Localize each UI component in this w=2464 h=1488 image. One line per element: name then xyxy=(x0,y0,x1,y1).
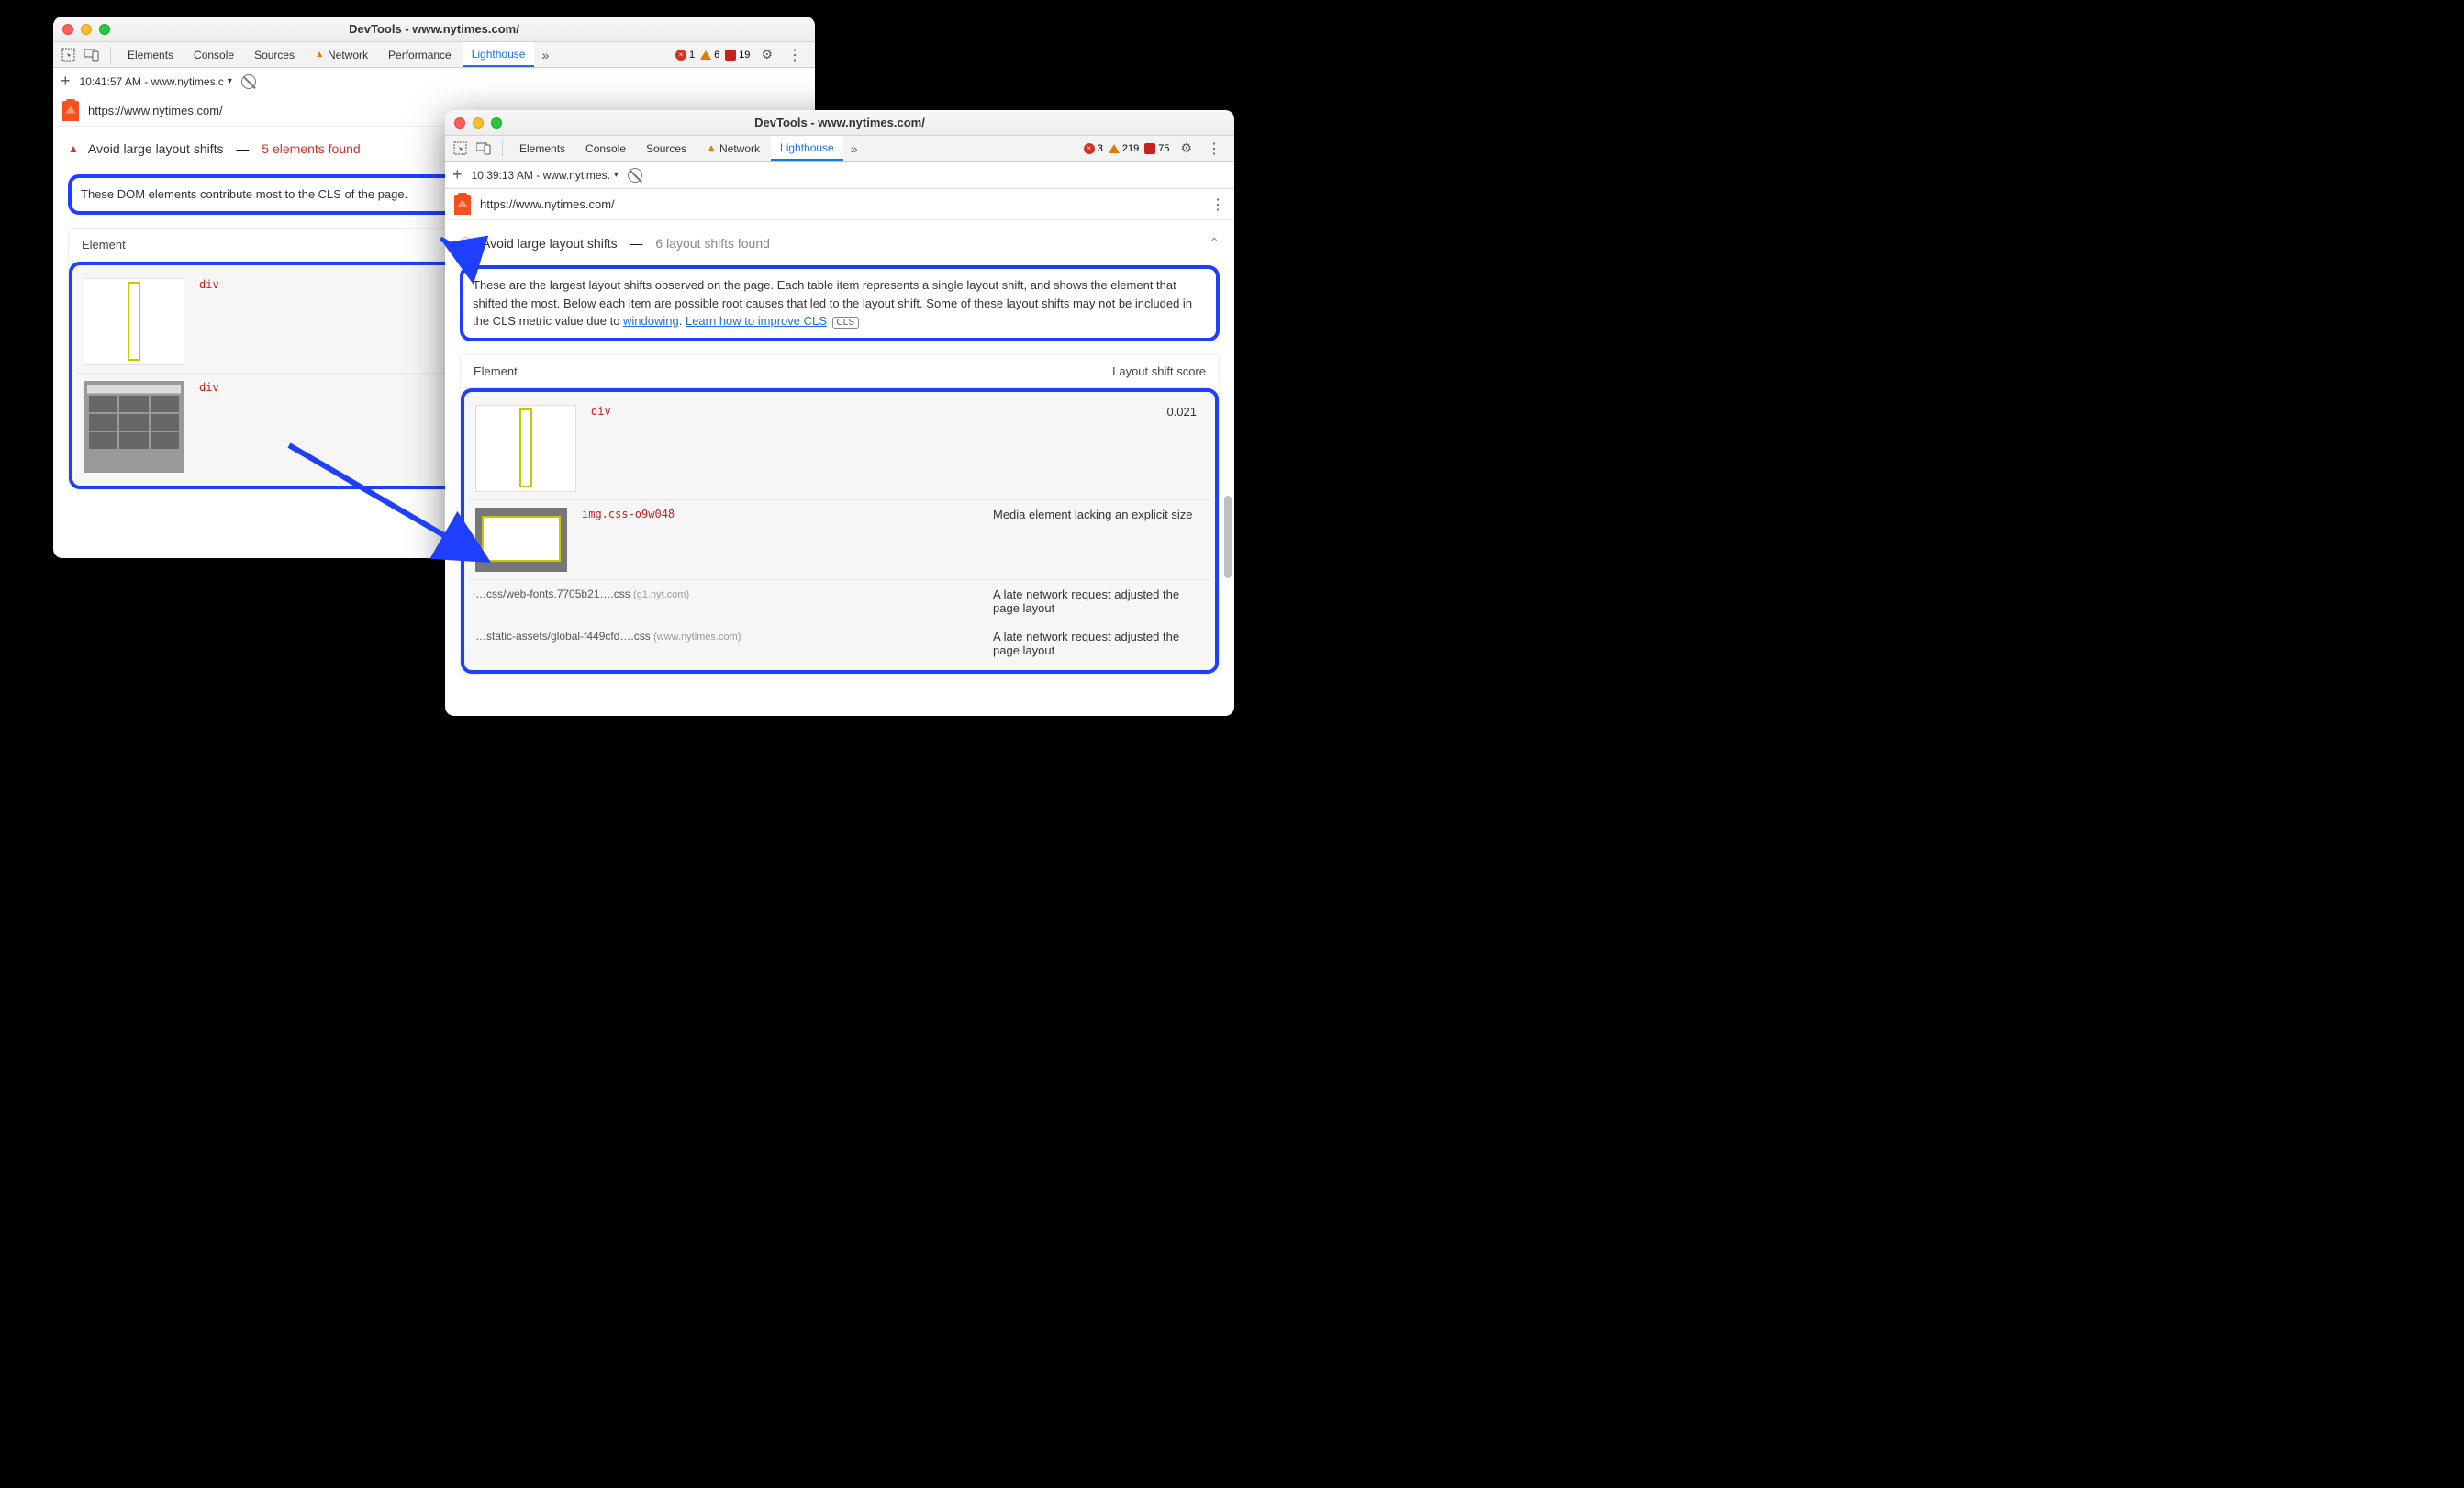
tab-lighthouse[interactable]: Lighthouse xyxy=(771,136,843,161)
cls-badge: CLS xyxy=(832,317,859,329)
element-thumbnail xyxy=(84,381,184,473)
device-icon[interactable] xyxy=(476,141,491,156)
device-icon[interactable] xyxy=(84,48,99,62)
error-badge[interactable]: 3 xyxy=(1084,143,1103,154)
dash: — xyxy=(627,236,647,251)
audit-title: Avoid large layout shifts xyxy=(482,236,618,251)
tab-network[interactable]: Network xyxy=(697,136,769,161)
scrollbar[interactable] xyxy=(1224,496,1232,716)
window-title: DevTools - www.nytimes.com/ xyxy=(445,116,1234,129)
windowing-link[interactable]: windowing xyxy=(623,314,679,328)
circle-icon xyxy=(460,237,473,250)
learn-more-link[interactable]: Learn how to improve CLS xyxy=(686,314,827,328)
clear-icon[interactable] xyxy=(241,74,256,89)
cause-text: Media element lacking an explicit size xyxy=(993,508,1204,521)
coverage-count: 75 xyxy=(1158,143,1169,154)
gear-icon[interactable]: ⚙ xyxy=(1175,140,1198,156)
more-tabs-icon[interactable]: » xyxy=(536,48,554,62)
devtools-tabstrip: Elements Console Sources Network Perform… xyxy=(53,42,815,68)
error-count: 1 xyxy=(689,50,695,61)
lighthouse-subbar: + 10:39:13 AM - www.nytimes. xyxy=(445,162,1234,189)
tab-console[interactable]: Console xyxy=(576,136,635,161)
tab-network[interactable]: Network xyxy=(306,42,377,67)
coverage-badge[interactable]: 19 xyxy=(725,50,750,61)
element-code: div xyxy=(199,278,219,291)
warning-count: 6 xyxy=(714,50,719,61)
report-select[interactable]: 10:41:57 AM - www.nytimes.c xyxy=(80,75,232,88)
element-thumbnail xyxy=(475,405,576,492)
table-header: Element Layout shift score xyxy=(461,355,1219,388)
tab-lighthouse[interactable]: Lighthouse xyxy=(463,42,535,67)
coverage-badge[interactable]: 75 xyxy=(1144,143,1169,154)
table-row[interactable]: div 0.021 xyxy=(470,397,1210,500)
more-tabs-icon[interactable]: » xyxy=(845,141,864,156)
lighthouse-icon xyxy=(62,101,79,121)
devtools-tabstrip: Elements Console Sources Network Lightho… xyxy=(445,136,1234,162)
tab-elements[interactable]: Elements xyxy=(510,136,574,161)
audited-url: https://www.nytimes.com/ xyxy=(480,197,615,211)
element-code: div xyxy=(199,381,219,394)
status-area: 1 6 19 ⚙ ⋮ xyxy=(675,46,811,64)
kebab-icon[interactable]: ⋮ xyxy=(784,46,806,64)
warning-count: 219 xyxy=(1122,143,1139,154)
warning-badge[interactable]: 6 xyxy=(700,50,719,61)
shift-score: 0.021 xyxy=(1166,405,1204,419)
gear-icon[interactable]: ⚙ xyxy=(755,47,778,62)
inspect-icon[interactable] xyxy=(452,141,467,156)
clear-icon[interactable] xyxy=(628,168,642,183)
new-report-icon[interactable]: + xyxy=(61,72,71,91)
devtools-window-right: DevTools - www.nytimes.com/ Elements Con… xyxy=(445,110,1234,716)
coverage-count: 19 xyxy=(739,50,750,61)
audit-header[interactable]: Avoid large layout shifts — 6 layout shi… xyxy=(460,229,1220,256)
separator xyxy=(502,140,503,157)
resource-path: …static-assets/global-f449cfd….css (www.… xyxy=(475,630,978,643)
resource-path: …css/web-fonts.7705b21….css (g1.nyt.com) xyxy=(475,587,978,600)
highlighted-rows: div 0.021 img.css-o9w048 Media element l… xyxy=(461,388,1219,674)
url-row: https://www.nytimes.com/ ⋮ xyxy=(445,189,1234,220)
audit-description: These are the largest layout shifts obse… xyxy=(460,265,1220,341)
tab-console[interactable]: Console xyxy=(184,42,243,67)
kebab-icon[interactable]: ⋮ xyxy=(1203,140,1225,158)
dash: — xyxy=(233,141,253,156)
warning-badge[interactable]: 219 xyxy=(1109,143,1139,154)
element-thumbnail xyxy=(475,508,567,572)
audit-table: Element Layout shift score div 0.021 img… xyxy=(460,354,1220,675)
error-count: 3 xyxy=(1098,143,1103,154)
col-element: Element xyxy=(82,238,126,252)
tab-sources[interactable]: Sources xyxy=(637,136,696,161)
new-report-icon[interactable]: + xyxy=(452,165,463,185)
report-body: Avoid large layout shifts — 6 layout shi… xyxy=(445,220,1234,716)
tab-performance[interactable]: Performance xyxy=(379,42,461,67)
cause-text: A late network request adjusted the page… xyxy=(993,630,1204,657)
tab-sources[interactable]: Sources xyxy=(245,42,304,67)
kebab-icon[interactable]: ⋮ xyxy=(1210,196,1225,214)
lighthouse-icon xyxy=(454,195,471,215)
element-thumbnail xyxy=(84,278,184,365)
col-element: Element xyxy=(474,364,518,378)
audited-url: https://www.nytimes.com/ xyxy=(88,104,223,117)
col-score: Layout shift score xyxy=(1112,364,1206,378)
table-row[interactable]: img.css-o9w048 Media element lacking an … xyxy=(470,500,1210,580)
audit-count: 5 elements found xyxy=(262,141,360,156)
status-area: 3 219 75 ⚙ ⋮ xyxy=(1084,140,1231,158)
error-badge[interactable]: 1 xyxy=(675,50,695,61)
report-select[interactable]: 10:39:13 AM - www.nytimes. xyxy=(472,169,619,182)
chevron-up-icon[interactable]: ⌃ xyxy=(1209,235,1220,251)
separator xyxy=(110,47,111,63)
window-title: DevTools - www.nytimes.com/ xyxy=(53,22,815,36)
tab-elements[interactable]: Elements xyxy=(118,42,183,67)
titlebar: DevTools - www.nytimes.com/ xyxy=(445,110,1234,136)
lighthouse-subbar: + 10:41:57 AM - www.nytimes.c xyxy=(53,68,815,95)
table-row[interactable]: …static-assets/global-f449cfd….css (www.… xyxy=(470,622,1210,665)
triangle-icon: ▲ xyxy=(68,142,79,155)
table-row[interactable]: …css/web-fonts.7705b21….css (g1.nyt.com)… xyxy=(470,580,1210,622)
audit-count: 6 layout shifts found xyxy=(655,236,770,251)
audit-title: Avoid large layout shifts xyxy=(88,141,224,156)
cause-text: A late network request adjusted the page… xyxy=(993,587,1204,615)
element-code: img.css-o9w048 xyxy=(582,508,675,520)
titlebar: DevTools - www.nytimes.com/ xyxy=(53,17,815,42)
element-code: div xyxy=(591,405,611,418)
inspect-icon[interactable] xyxy=(61,48,75,62)
